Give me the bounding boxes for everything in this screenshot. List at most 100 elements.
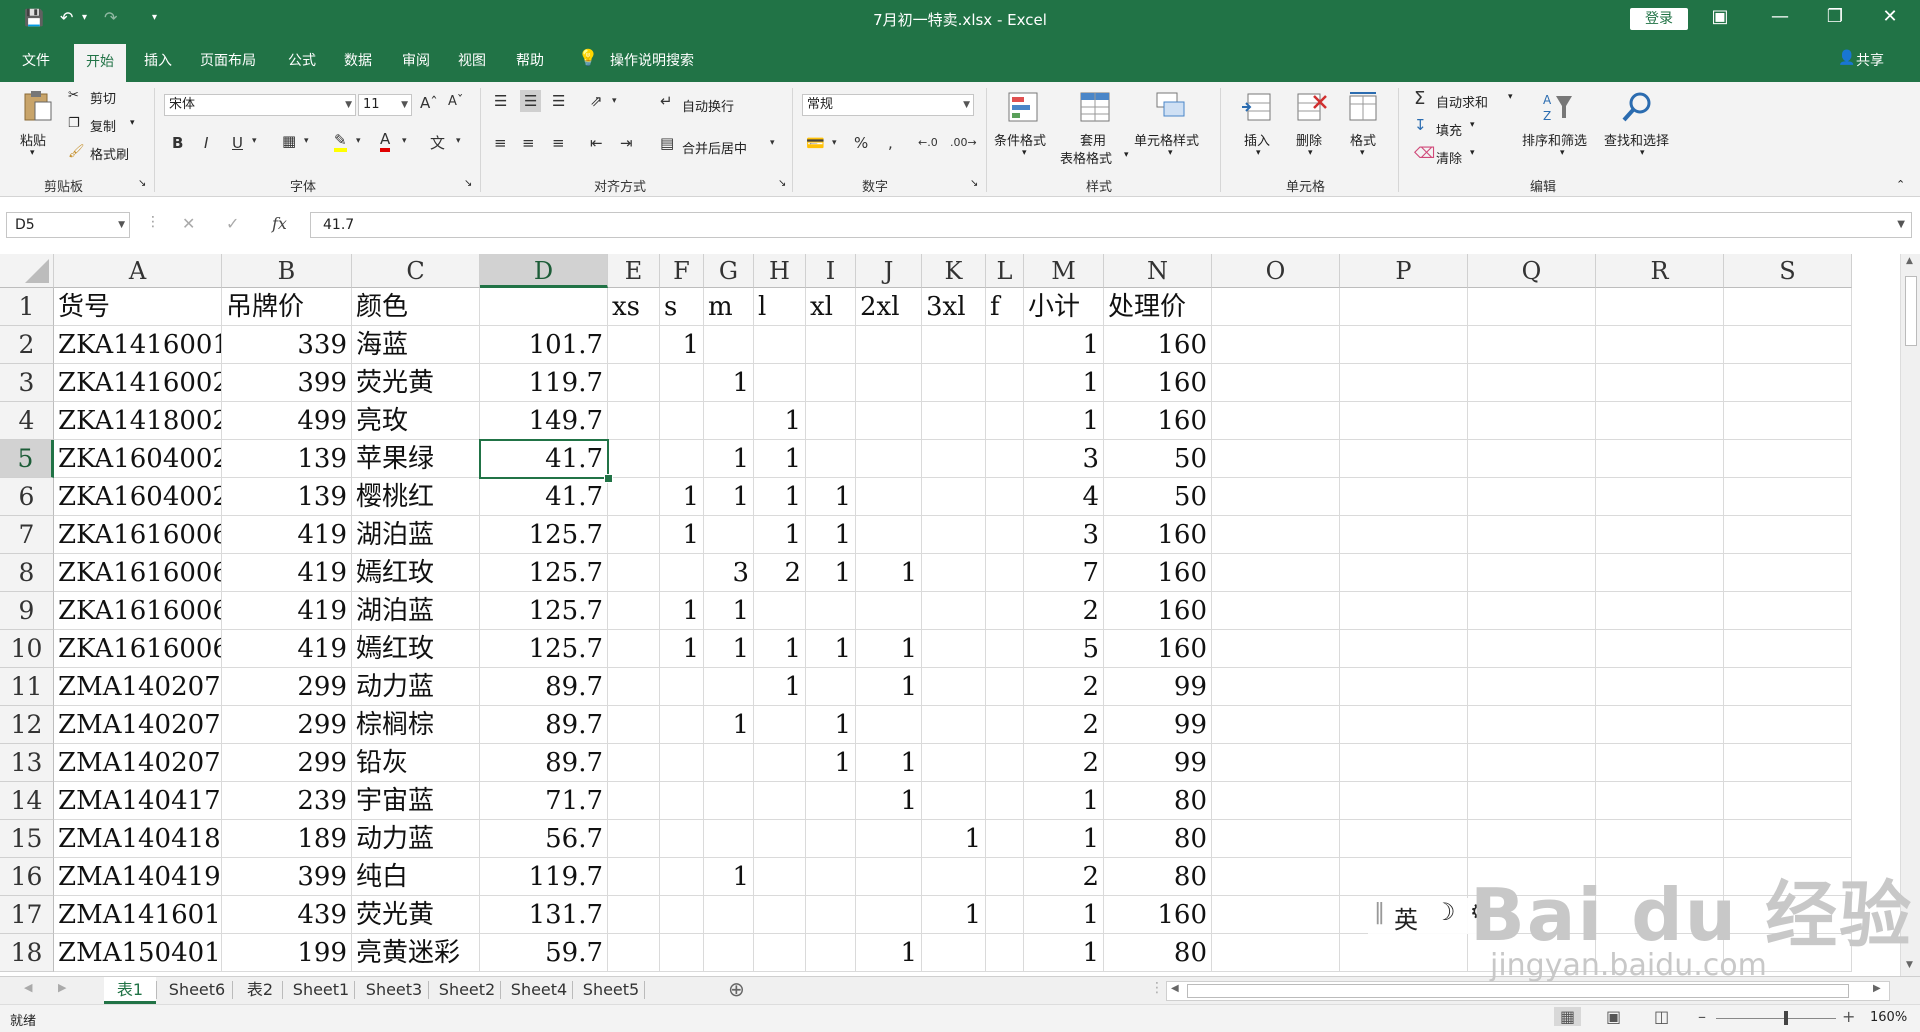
- cell-H1[interactable]: l: [754, 288, 806, 326]
- row-header-10[interactable]: 10: [0, 630, 54, 668]
- phonetic-dropdown-icon[interactable]: ▾: [456, 136, 461, 146]
- cell-Q7[interactable]: [1468, 516, 1596, 554]
- tab-view[interactable]: 视图: [458, 50, 486, 70]
- cell-P14[interactable]: [1340, 782, 1468, 820]
- cell-G13[interactable]: [704, 744, 754, 782]
- cell-C16[interactable]: 纯白: [352, 858, 480, 896]
- cell-E1[interactable]: xs: [608, 288, 660, 326]
- cell-E5[interactable]: [608, 440, 660, 478]
- cell-C13[interactable]: 铅灰: [352, 744, 480, 782]
- cell-I13[interactable]: 1: [806, 744, 856, 782]
- cell-G12[interactable]: 1: [704, 706, 754, 744]
- column-header-D[interactable]: D: [480, 254, 608, 288]
- conditional-format-button[interactable]: 条件格式: [994, 130, 1046, 149]
- tab-split-icon[interactable]: ⋮: [1150, 980, 1164, 996]
- cell-D11[interactable]: 89.7: [480, 668, 608, 706]
- cell-F17[interactable]: [660, 896, 704, 934]
- cell-J6[interactable]: [856, 478, 922, 516]
- cell-D3[interactable]: 119.7: [480, 364, 608, 402]
- tab-formulas[interactable]: 公式: [288, 50, 316, 70]
- cell-O6[interactable]: [1212, 478, 1340, 516]
- cell-N16[interactable]: 80: [1104, 858, 1212, 896]
- sheet-tab-2[interactable]: Sheet6: [162, 977, 232, 1004]
- cell-J14[interactable]: 1: [856, 782, 922, 820]
- tab-insert[interactable]: 插入: [144, 50, 172, 70]
- accounting-dropdown-icon[interactable]: ▾: [832, 138, 837, 148]
- cell-B10[interactable]: 419: [222, 630, 352, 668]
- cell-P10[interactable]: [1340, 630, 1468, 668]
- sheet-tab-5[interactable]: Sheet3: [360, 977, 428, 1004]
- cell-R8[interactable]: [1596, 554, 1724, 592]
- cell-C5[interactable]: 苹果绿: [352, 440, 480, 478]
- cell-B1[interactable]: 吊牌价: [222, 288, 352, 326]
- cell-I8[interactable]: 1: [806, 554, 856, 592]
- cell-I9[interactable]: [806, 592, 856, 630]
- cell-C11[interactable]: 动力蓝: [352, 668, 480, 706]
- cell-C4[interactable]: 亮玫: [352, 402, 480, 440]
- cell-R13[interactable]: [1596, 744, 1724, 782]
- cell-S12[interactable]: [1724, 706, 1852, 744]
- cell-L1[interactable]: f: [986, 288, 1024, 326]
- cell-C17[interactable]: 荧光黄: [352, 896, 480, 934]
- merge-dropdown-icon[interactable]: ▾: [770, 138, 775, 148]
- cell-A9[interactable]: ZKA1616006: [54, 592, 222, 630]
- cell-M3[interactable]: 1: [1024, 364, 1104, 402]
- delete-cells-icon[interactable]: [1294, 90, 1328, 124]
- cell-A14[interactable]: ZMA1404175: [54, 782, 222, 820]
- format-cells-button[interactable]: 格式: [1350, 130, 1376, 149]
- cell-R9[interactable]: [1596, 592, 1724, 630]
- increase-font-icon[interactable]: Aˆ: [420, 94, 438, 112]
- cell-B6[interactable]: 139: [222, 478, 352, 516]
- cell-Q6[interactable]: [1468, 478, 1596, 516]
- cell-L7[interactable]: [986, 516, 1024, 554]
- cell-I14[interactable]: [806, 782, 856, 820]
- row-header-2[interactable]: 2: [0, 326, 54, 364]
- cell-S8[interactable]: [1724, 554, 1852, 592]
- cell-P16[interactable]: [1340, 858, 1468, 896]
- cell-F3[interactable]: [660, 364, 704, 402]
- column-header-L[interactable]: L: [986, 254, 1024, 288]
- zoom-out-icon[interactable]: –: [1698, 1007, 1706, 1026]
- cell-J15[interactable]: [856, 820, 922, 858]
- cell-D15[interactable]: 56.7: [480, 820, 608, 858]
- find-select-button[interactable]: 查找和选择: [1604, 130, 1669, 149]
- cell-F12[interactable]: [660, 706, 704, 744]
- cell-N14[interactable]: 80: [1104, 782, 1212, 820]
- cell-I12[interactable]: 1: [806, 706, 856, 744]
- cell-O11[interactable]: [1212, 668, 1340, 706]
- cell-R10[interactable]: [1596, 630, 1724, 668]
- scroll-left-icon[interactable]: ◀: [1171, 983, 1179, 994]
- row-header-7[interactable]: 7: [0, 516, 54, 554]
- cell-B11[interactable]: 299: [222, 668, 352, 706]
- cell-B14[interactable]: 239: [222, 782, 352, 820]
- cell-J2[interactable]: [856, 326, 922, 364]
- share-button[interactable]: 共享: [1856, 50, 1884, 70]
- zoom-level[interactable]: 160%: [1870, 1010, 1907, 1025]
- cell-B5[interactable]: 139: [222, 440, 352, 478]
- cell-L6[interactable]: [986, 478, 1024, 516]
- ime-mode-label[interactable]: 英: [1394, 900, 1418, 935]
- cell-L14[interactable]: [986, 782, 1024, 820]
- paste-dropdown-icon[interactable]: ▾: [30, 148, 35, 158]
- cell-H6[interactable]: 1: [754, 478, 806, 516]
- cell-M10[interactable]: 5: [1024, 630, 1104, 668]
- column-header-A[interactable]: A: [54, 254, 222, 288]
- column-header-F[interactable]: F: [660, 254, 704, 288]
- merge-center-button[interactable]: 合并后居中: [682, 138, 747, 157]
- paste-button[interactable]: 粘贴: [20, 130, 46, 149]
- decrease-font-icon[interactable]: Aˇ: [448, 94, 463, 109]
- underline-dropdown-icon[interactable]: ▾: [252, 136, 257, 146]
- cell-D12[interactable]: 89.7: [480, 706, 608, 744]
- align-left-icon[interactable]: ≡: [494, 134, 507, 152]
- cell-S1[interactable]: [1724, 288, 1852, 326]
- cell-J10[interactable]: 1: [856, 630, 922, 668]
- cell-A15[interactable]: ZMA1404187: [54, 820, 222, 858]
- cell-H18[interactable]: [754, 934, 806, 972]
- cell-J4[interactable]: [856, 402, 922, 440]
- cell-Q11[interactable]: [1468, 668, 1596, 706]
- sheet-tab-6[interactable]: Sheet2: [434, 977, 500, 1004]
- cell-F2[interactable]: 1: [660, 326, 704, 364]
- cell-N6[interactable]: 50: [1104, 478, 1212, 516]
- row-header-18[interactable]: 18: [0, 934, 54, 972]
- cell-L12[interactable]: [986, 706, 1024, 744]
